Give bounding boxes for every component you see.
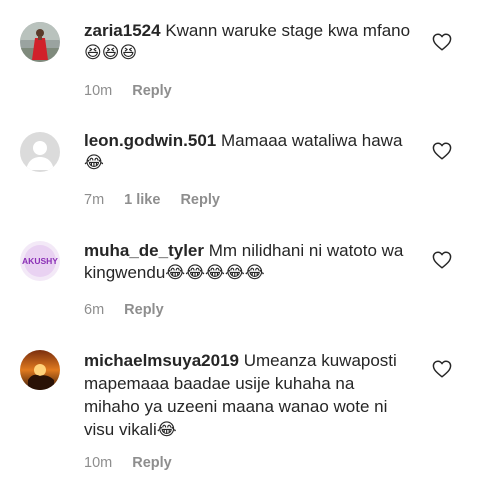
reply-button[interactable]: Reply <box>124 302 164 318</box>
likes-count[interactable]: 1 like <box>124 192 160 208</box>
comment-meta: 6m Reply <box>84 302 164 318</box>
avatar[interactable]: AKUSHY <box>20 241 60 281</box>
avatar-logo-text: AKUSHY <box>22 256 58 266</box>
emoji: 😆 <box>101 43 120 62</box>
reply-button[interactable]: Reply <box>132 455 172 471</box>
comment-username[interactable]: michaelmsuya2019 <box>84 351 239 370</box>
comment-body: leon.godwin.501 Mamaaa wataliwa hawa 😂 <box>84 130 414 174</box>
comment-timestamp: 7m <box>84 192 105 208</box>
comment-timestamp: 10m <box>84 83 113 99</box>
avatar[interactable] <box>20 132 60 172</box>
heart-outline-icon[interactable] <box>432 33 452 51</box>
comment-body: zaria1524 Kwann waruke stage kwa mfano😆😆… <box>84 20 414 64</box>
comment-username[interactable]: zaria1524 <box>84 21 161 40</box>
comment-meta: 10m Reply <box>84 83 172 99</box>
avatar[interactable] <box>20 350 60 390</box>
comment-username[interactable]: leon.godwin.501 <box>84 131 216 150</box>
reply-button[interactable]: Reply <box>180 192 220 208</box>
emoji: 😂 <box>84 153 104 172</box>
heart-outline-icon[interactable] <box>432 142 452 160</box>
heart-outline-icon[interactable] <box>432 360 452 378</box>
emoji: 😂 <box>165 263 186 282</box>
reply-button[interactable]: Reply <box>132 83 172 99</box>
comment-timestamp: 6m <box>84 302 105 318</box>
default-user-avatar-icon <box>20 132 60 172</box>
emoji: 😂 <box>185 263 206 282</box>
emoji: 😆 <box>84 43 102 62</box>
emoji: 😂 <box>224 263 245 282</box>
emoji: 😂 <box>156 420 177 439</box>
comment-text: Mamaaa wataliwa hawa <box>220 131 403 150</box>
sunset-lion-avatar-icon <box>20 350 60 390</box>
woman-red-dress-avatar-icon <box>20 22 60 62</box>
comment-username[interactable]: muha_de_tyler <box>84 241 204 260</box>
comment-timestamp: 10m <box>84 455 113 471</box>
emoji: 😆 <box>119 43 138 62</box>
heart-outline-icon[interactable] <box>432 251 452 269</box>
comment-meta: 7m 1 like Reply <box>84 192 220 208</box>
comment-text: Kwann waruke stage kwa mfano <box>165 21 411 40</box>
emoji: 😂 <box>244 263 265 282</box>
emoji: 😂 <box>205 263 225 282</box>
akushy-logo-avatar-icon: AKUSHY <box>20 241 60 281</box>
avatar[interactable] <box>20 22 60 62</box>
comment-body: muha_de_tyler Mm nilidhani ni watoto wa … <box>84 240 414 284</box>
comment-meta: 10m Reply <box>84 455 172 471</box>
comment-body: michaelmsuya2019 Umeanza kuwaposti mapem… <box>84 349 414 441</box>
